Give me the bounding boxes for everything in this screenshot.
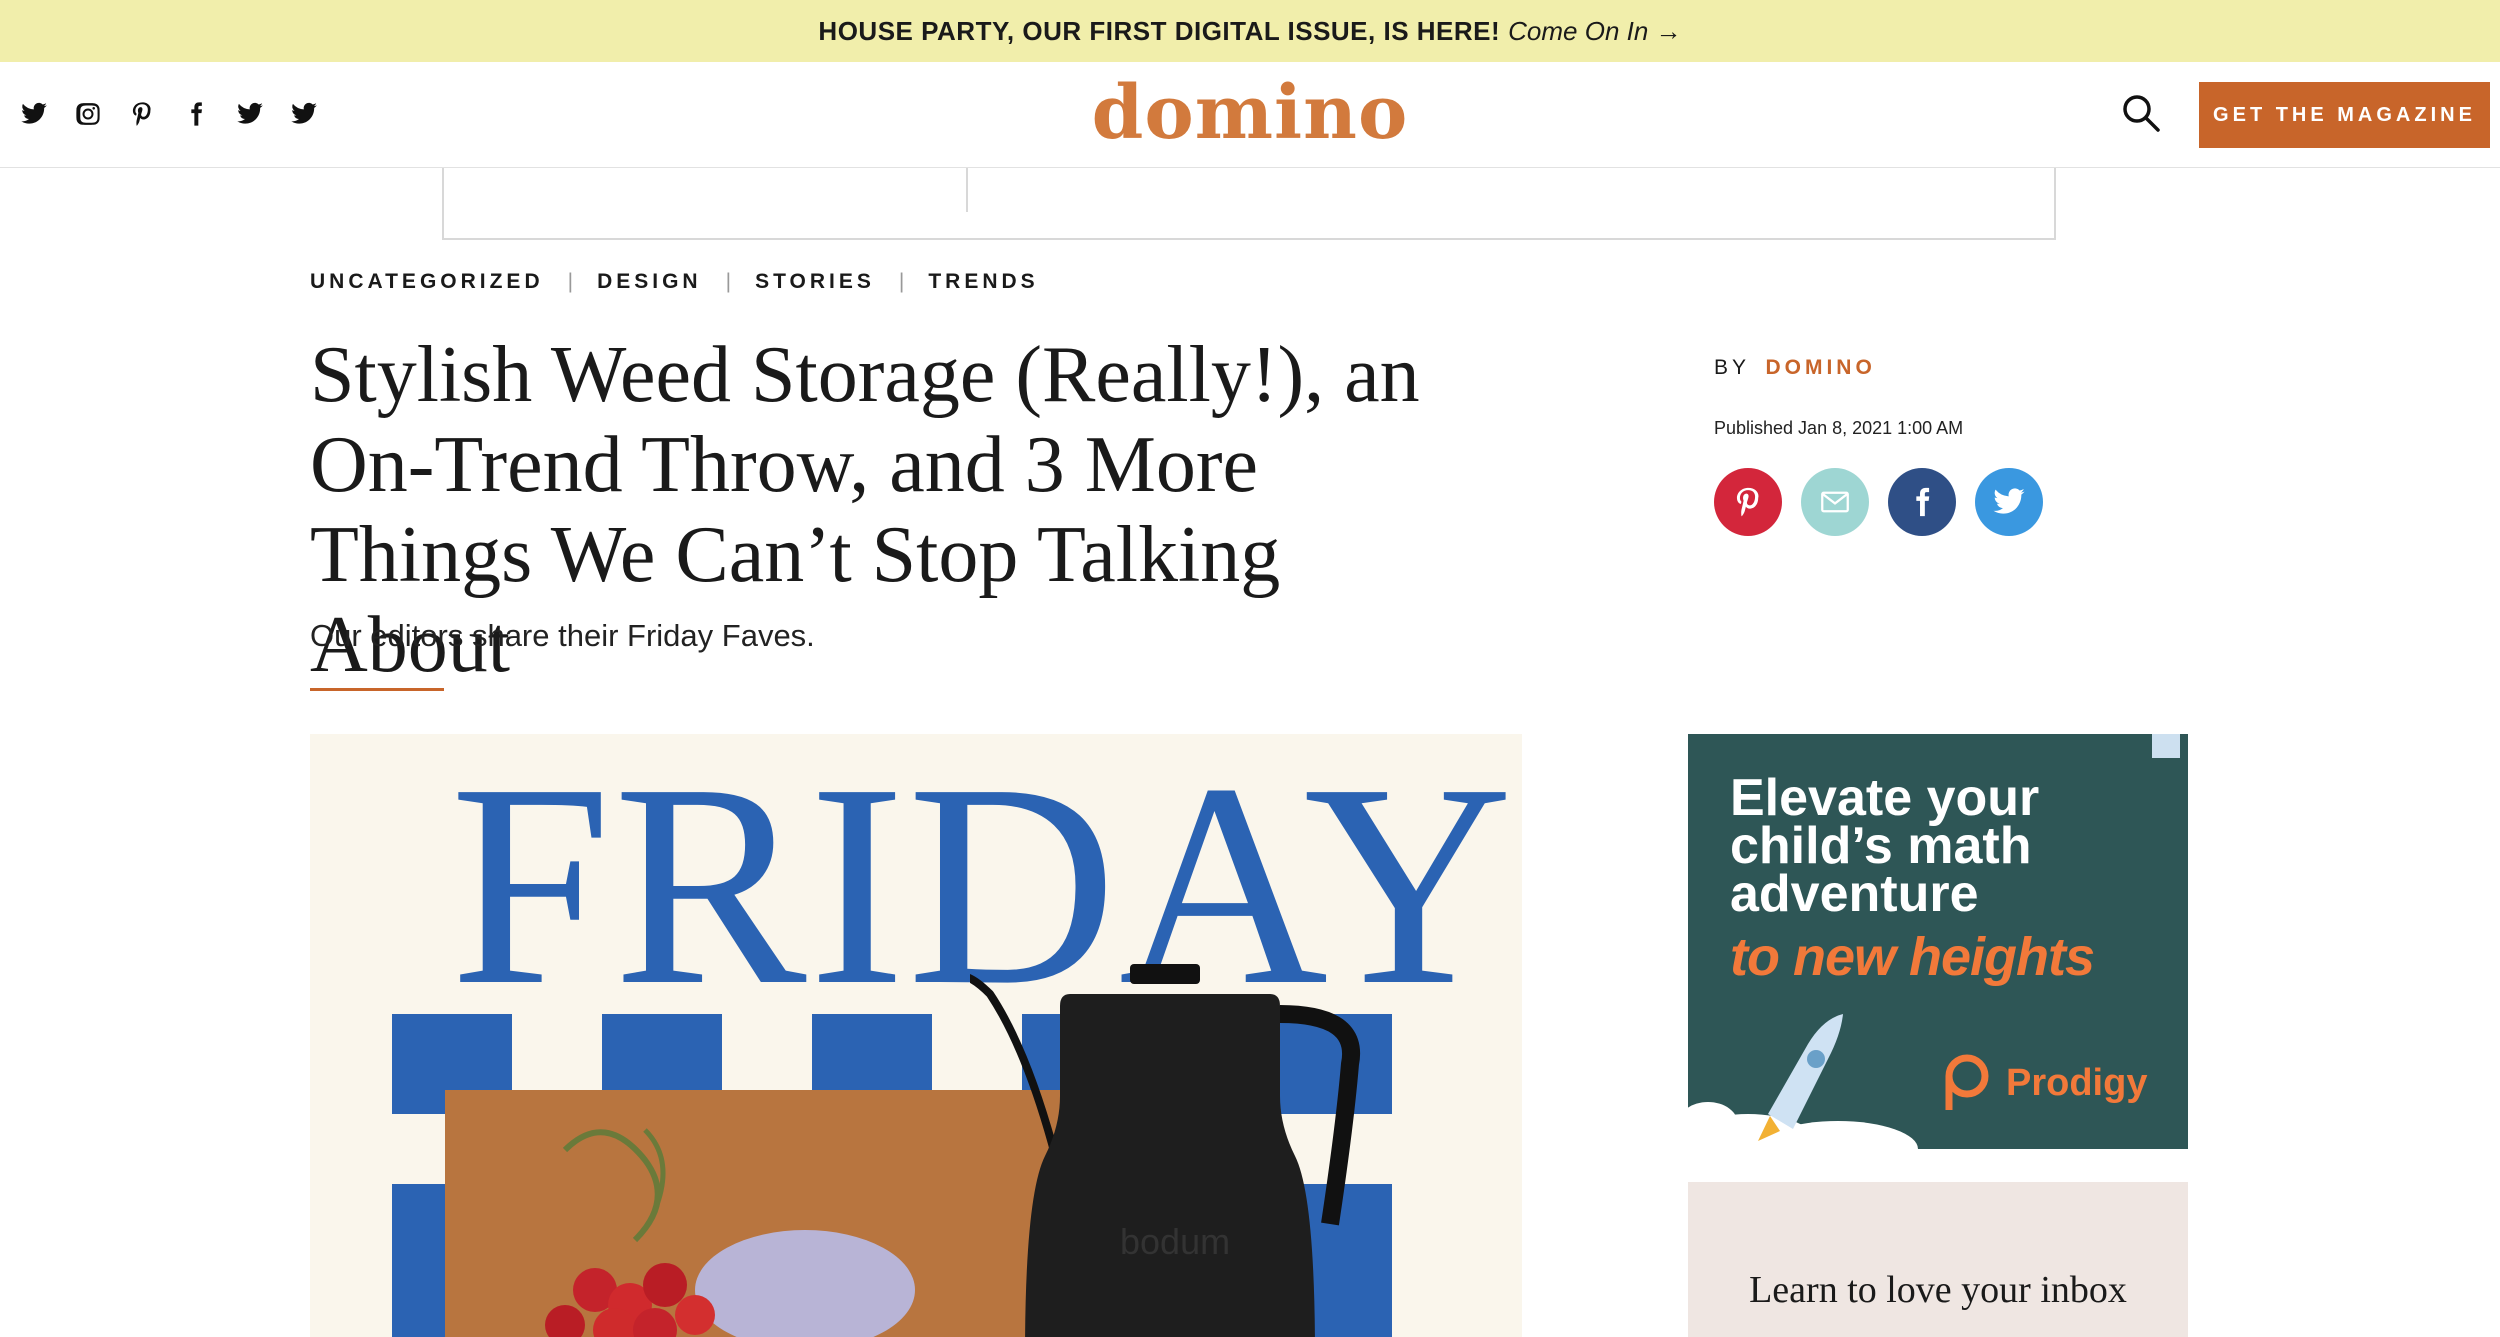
category-link[interactable]: UNCATEGORIZED <box>310 270 544 294</box>
top-ad-slot[interactable] <box>442 168 2056 240</box>
category-separator: | <box>898 270 905 293</box>
category-link[interactable]: STORIES <box>755 270 875 294</box>
promo-link[interactable]: Come On In → <box>1508 16 1681 47</box>
ad-headline-line: Elevate your <box>1730 769 2040 827</box>
adchoices-icon[interactable] <box>2152 734 2180 758</box>
category-breadcrumbs: UNCATEGORIZED | DESIGN | STORIES | TREND… <box>310 270 1039 294</box>
byline: BY DOMINO <box>1714 356 1876 380</box>
facebook-share-button[interactable] <box>1888 468 1956 536</box>
category-link[interactable]: TRENDS <box>928 270 1038 294</box>
pinterest-share-button[interactable] <box>1714 468 1782 536</box>
social-links <box>18 98 320 130</box>
hero-image: FRIDAY bodum <box>310 734 1522 1337</box>
kettle-brand: bodum <box>1120 1221 1230 1262</box>
ad-headline: Elevate your child’s math adventure <box>1730 769 2040 923</box>
twitter-icon[interactable] <box>288 98 320 130</box>
facebook-icon <box>1916 487 1930 517</box>
twitter-icon <box>1993 488 2025 514</box>
sidebar-ad[interactable]: Elevate your child’s math adventure to n… <box>1688 734 2188 1149</box>
newsletter-text: Learn to love your inbox <box>1749 1269 2127 1311</box>
ad-headline-line: adventure <box>1730 865 1979 923</box>
mail-icon <box>1821 491 1849 513</box>
email-share-button[interactable] <box>1801 468 1869 536</box>
rocket-icon <box>1688 1014 1918 1149</box>
instagram-icon[interactable] <box>72 98 104 130</box>
site-header: domino GET THE MAGAZINE <box>0 62 2500 168</box>
get-magazine-button[interactable]: GET THE MAGAZINE <box>2199 82 2490 148</box>
prodigy-logo-icon <box>1945 1054 1989 1110</box>
share-buttons <box>1714 468 2043 536</box>
pinterest-icon[interactable] <box>126 98 158 130</box>
article-dek: Our editors share their Friday Faves. <box>310 618 815 653</box>
ad-divider <box>966 168 968 212</box>
title-rule <box>310 688 444 691</box>
twitter-icon[interactable] <box>18 98 50 130</box>
category-separator: | <box>725 270 732 293</box>
site-logo[interactable]: domino <box>1092 70 1409 156</box>
promo-headline[interactable]: HOUSE PARTY, OUR FIRST DIGITAL ISSUE, IS… <box>818 16 1500 47</box>
category-separator: | <box>567 270 574 293</box>
ad-accent: to new heights <box>1730 927 2095 987</box>
facebook-icon[interactable] <box>180 98 212 130</box>
newsletter-signup: Learn to love your inbox <box>1688 1182 2188 1337</box>
twitter-icon[interactable] <box>234 98 266 130</box>
published-date: Published Jan 8, 2021 1:00 AM <box>1714 418 1964 438</box>
kettle-graphic: bodum <box>970 964 1361 1337</box>
category-link[interactable]: DESIGN <box>597 270 702 294</box>
search-icon[interactable] <box>2120 92 2162 134</box>
ad-headline-line: child’s math <box>1730 817 2032 875</box>
promo-banner[interactable]: HOUSE PARTY, OUR FIRST DIGITAL ISSUE, IS… <box>0 0 2500 62</box>
ad-brand: Prodigy <box>1934 1052 2147 1114</box>
twitter-share-button[interactable] <box>1975 468 2043 536</box>
author-link[interactable]: DOMINO <box>1765 356 1875 379</box>
ad-brand-name: Prodigy <box>2006 1061 2148 1104</box>
byline-prefix: BY <box>1714 356 1750 379</box>
pinterest-icon <box>1736 487 1759 517</box>
